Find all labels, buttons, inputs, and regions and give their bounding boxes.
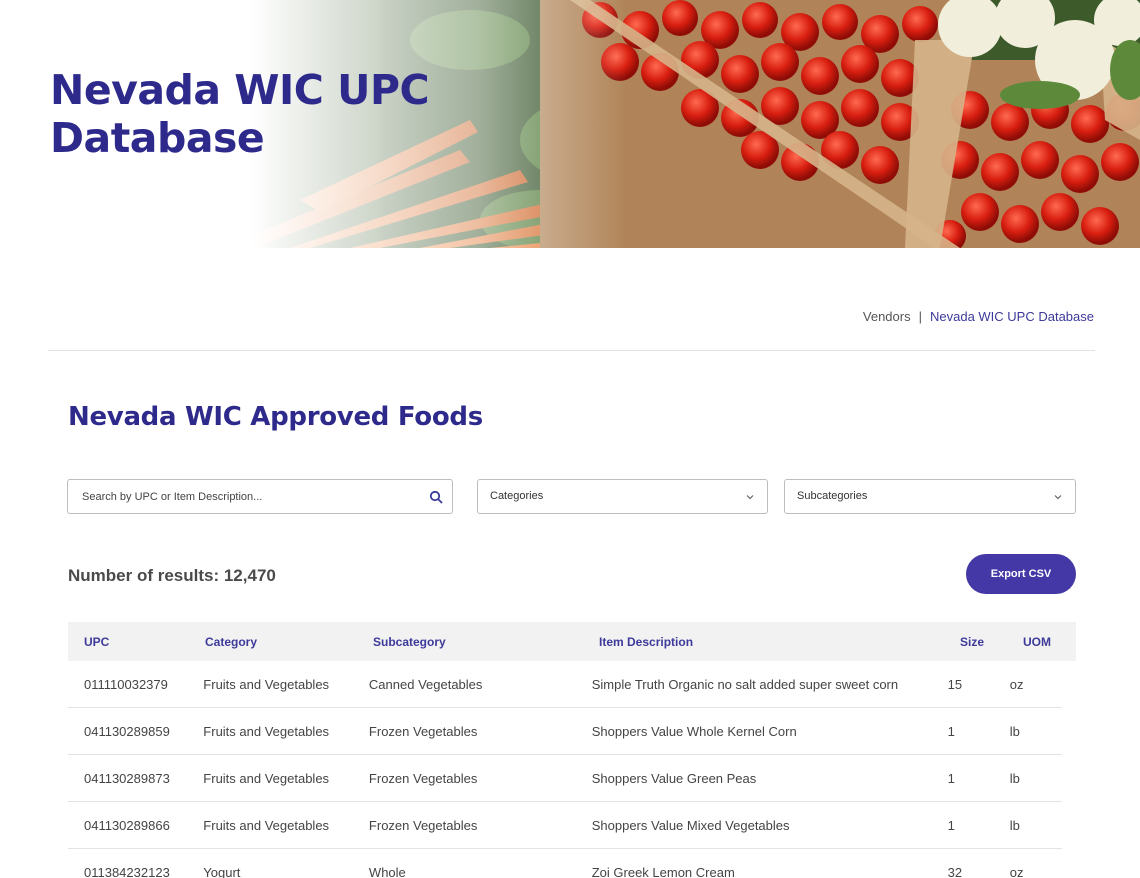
cell-category: Yogurt xyxy=(203,865,241,878)
breadcrumb: Vendors | Nevada WIC UPC Database xyxy=(863,309,1094,324)
column-header-upc[interactable]: UPC xyxy=(68,635,205,649)
cell-uom: lb xyxy=(1009,770,1020,786)
table-row[interactable]: 041130289873 Fruits and Vegetables Froze… xyxy=(68,755,1062,802)
table-row[interactable]: 011110032379 Fruits and Vegetables Canne… xyxy=(68,661,1062,708)
cell-upc: 041130289873 xyxy=(84,770,170,786)
cell-uom: lb xyxy=(1009,817,1020,833)
table-row[interactable]: 041130289859 Fruits and Vegetables Froze… xyxy=(68,708,1062,755)
divider xyxy=(48,350,1095,351)
section-title: Nevada WIC Approved Foods xyxy=(68,402,483,432)
chevron-down-icon xyxy=(746,495,754,500)
cell-category: Fruits and Vegetables xyxy=(203,770,330,786)
cell-item-description: Zoi Greek Lemon Cream xyxy=(591,865,735,878)
search-box xyxy=(67,479,453,514)
breadcrumb-link-vendors[interactable]: Vendors xyxy=(863,309,911,324)
cell-size: 15 xyxy=(947,676,963,692)
cell-category: Fruits and Vegetables xyxy=(203,817,330,833)
hero-banner: Nevada WIC UPC Database xyxy=(0,0,1140,248)
cell-category: Fruits and Vegetables xyxy=(203,676,330,692)
cell-upc: 011384232123 xyxy=(84,865,170,878)
column-header-size[interactable]: Size xyxy=(960,635,1023,649)
cell-uom: oz xyxy=(1009,676,1024,692)
cell-subcategory: Canned Vegetables xyxy=(368,676,483,692)
cell-uom: oz xyxy=(1009,865,1024,878)
breadcrumb-current: Nevada WIC UPC Database xyxy=(929,309,1094,324)
page-title: Nevada WIC UPC Database xyxy=(50,66,430,162)
column-header-uom[interactable]: UOM xyxy=(1023,635,1076,649)
table-row[interactable]: 011384232123 Yogurt Whole Zoi Greek Lemo… xyxy=(68,849,1062,878)
cell-subcategory: Frozen Vegetables xyxy=(368,723,478,739)
cell-item-description: Simple Truth Organic no salt added super… xyxy=(591,676,899,692)
cell-category: Fruits and Vegetables xyxy=(203,723,330,739)
cell-subcategory: Frozen Vegetables xyxy=(368,817,478,833)
cell-item-description: Shoppers Value Whole Kernel Corn xyxy=(591,723,797,739)
results-table: UPC Category Subcategory Item Descriptio… xyxy=(68,622,1076,878)
cell-size: 32 xyxy=(947,865,963,878)
cell-size: 1 xyxy=(947,817,955,833)
cell-upc: 041130289866 xyxy=(84,817,170,833)
results-count: Number of results: 12,470 xyxy=(68,566,276,585)
table-header: UPC Category Subcategory Item Descriptio… xyxy=(68,622,1076,661)
table-row[interactable]: 041130289866 Fruits and Vegetables Froze… xyxy=(68,802,1062,849)
cell-upc: 011110032379 xyxy=(84,676,168,692)
cell-item-description: Shoppers Value Mixed Vegetables xyxy=(591,817,790,833)
cell-size: 1 xyxy=(947,770,955,786)
subcategories-select[interactable]: Subcategories xyxy=(784,479,1076,514)
categories-select-label: Categories xyxy=(490,490,544,502)
column-header-category[interactable]: Category xyxy=(205,635,373,649)
cell-subcategory: Frozen Vegetables xyxy=(368,770,478,786)
breadcrumb-separator: | xyxy=(918,309,922,324)
chevron-down-icon xyxy=(1054,495,1062,500)
cell-upc: 041130289859 xyxy=(84,723,170,739)
column-header-subcategory[interactable]: Subcategory xyxy=(373,635,599,649)
cell-item-description: Shoppers Value Green Peas xyxy=(591,770,757,786)
column-header-item-description[interactable]: Item Description xyxy=(599,635,960,649)
cell-size: 1 xyxy=(947,723,955,739)
categories-select[interactable]: Categories xyxy=(477,479,768,514)
cell-subcategory: Whole xyxy=(368,865,406,878)
search-input[interactable] xyxy=(68,480,452,513)
search-icon[interactable] xyxy=(429,490,443,504)
subcategories-select-label: Subcategories xyxy=(797,490,868,502)
export-csv-button[interactable]: Export CSV xyxy=(966,554,1076,594)
cell-uom: lb xyxy=(1009,723,1020,739)
